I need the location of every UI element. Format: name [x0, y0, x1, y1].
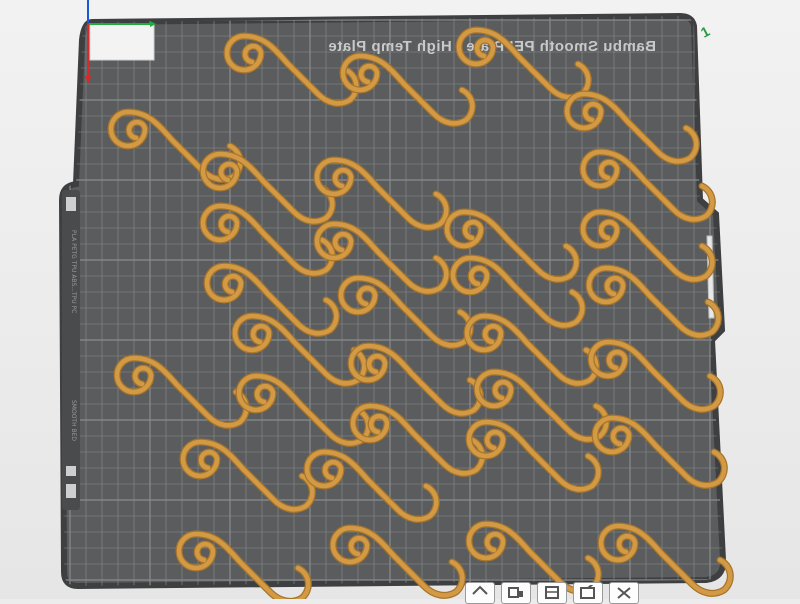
plate-side-label: PLA PETG TPU ABS...TPU PC — [70, 230, 77, 313]
home-icon — [472, 585, 488, 595]
home-view-button[interactable] — [465, 582, 495, 604]
plate-lock-icon — [66, 484, 76, 498]
build-plate-scene[interactable]: PLA PETG TPU ABS...TPU PC SMOOTH BED Bam… — [0, 0, 800, 604]
plate-toolbar — [465, 582, 639, 604]
orient-button[interactable] — [537, 582, 567, 604]
arrange-button[interactable] — [501, 582, 531, 604]
slice-icon — [580, 585, 595, 599]
close-plate-button[interactable] — [609, 582, 639, 604]
3d-viewport[interactable]: PLA PETG TPU ABS...TPU PC SMOOTH BED Bam… — [0, 0, 800, 604]
qr-mark-icon — [66, 197, 76, 211]
plate-bed-type-label: SMOOTH BED — [70, 400, 77, 441]
orient-icon — [545, 586, 559, 599]
arrange-icon — [508, 587, 523, 598]
origin-tile — [89, 23, 155, 61]
close-icon — [617, 587, 631, 599]
plate-arrow-icon — [66, 466, 76, 476]
plate-number-badge[interactable]: 1 — [698, 23, 713, 41]
slice-plate-button[interactable] — [573, 582, 603, 604]
